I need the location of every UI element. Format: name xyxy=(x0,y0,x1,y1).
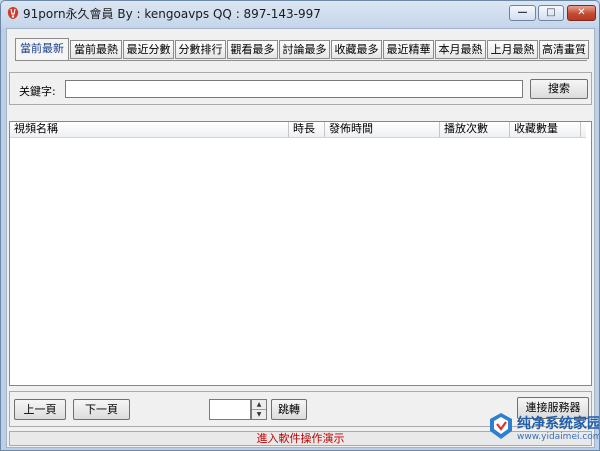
list-header: 視頻名稱 時長 發佈時間 播放次數 收藏數量 xyxy=(10,122,586,138)
app-window: 91porn永久會員 By : kengoavps QQ : 897-143-9… xyxy=(0,0,600,451)
tab-most-viewed[interactable]: 觀看最多 xyxy=(227,40,278,59)
client-area: 當前最新 當前最熱 最近分數 分數排行 觀看最多 討論最多 收藏最多 最近精華 … xyxy=(6,28,595,448)
tab-latest[interactable]: 當前最新 xyxy=(15,38,69,60)
maximize-icon: □ xyxy=(546,7,556,18)
tab-month-hot[interactable]: 本月最熱 xyxy=(435,40,486,59)
minimize-icon: — xyxy=(517,7,528,18)
close-icon: ✕ xyxy=(577,7,586,18)
tab-hot[interactable]: 當前最熱 xyxy=(70,40,122,59)
page-number-input[interactable] xyxy=(209,399,251,420)
close-button[interactable]: ✕ xyxy=(567,5,596,21)
column-duration[interactable]: 時長 xyxy=(289,122,325,137)
watermark-title: 纯净系统家园 xyxy=(517,416,600,432)
watermark: 纯净系统家园 www.yidaimei.com xyxy=(485,405,599,449)
tab-last-month-hot[interactable]: 上月最熱 xyxy=(487,40,538,59)
search-label: 关鍵字: xyxy=(19,85,56,98)
spin-down-icon[interactable]: ▼ xyxy=(252,410,266,419)
tab-score-rank[interactable]: 分數排行 xyxy=(175,40,226,59)
tab-hd-quality[interactable]: 高清畫質 xyxy=(539,40,589,59)
tab-recent-featured[interactable]: 最近精華 xyxy=(383,40,434,59)
column-play-count[interactable]: 播放次數 xyxy=(440,122,510,137)
tab-most-discussed[interactable]: 討論最多 xyxy=(279,40,330,59)
watermark-logo-icon xyxy=(490,413,512,439)
app-icon xyxy=(7,7,19,19)
page-spinner[interactable]: ▲ ▼ xyxy=(251,399,267,420)
watermark-url: www.yidaimei.com xyxy=(517,432,600,442)
column-favorite-count[interactable]: 收藏數量 xyxy=(510,122,581,137)
video-list[interactable]: 視頻名稱 時長 發佈時間 播放次數 收藏數量 xyxy=(9,121,592,386)
search-group: 关鍵字: 搜索 xyxy=(9,72,592,105)
search-input[interactable] xyxy=(65,80,523,98)
prev-page-button[interactable]: 上一頁 xyxy=(14,399,66,420)
column-publish-time[interactable]: 發佈時間 xyxy=(325,122,440,137)
tab-divider xyxy=(15,60,587,61)
maximize-button[interactable]: □ xyxy=(538,5,564,21)
tab-most-favorited[interactable]: 收藏最多 xyxy=(331,40,382,59)
minimize-button[interactable]: — xyxy=(509,5,536,21)
window-title: 91porn永久會員 By : kengoavps QQ : 897-143-9… xyxy=(23,7,321,21)
column-video-name[interactable]: 視頻名稱 xyxy=(10,122,289,137)
next-page-button[interactable]: 下一頁 xyxy=(73,399,130,420)
title-bar[interactable]: 91porn永久會員 By : kengoavps QQ : 897-143-9… xyxy=(1,1,599,25)
spin-up-icon[interactable]: ▲ xyxy=(252,400,266,410)
search-button[interactable]: 搜索 xyxy=(530,79,588,99)
jump-button[interactable]: 跳轉 xyxy=(271,399,307,420)
tab-recent-score[interactable]: 最近分數 xyxy=(123,40,174,59)
